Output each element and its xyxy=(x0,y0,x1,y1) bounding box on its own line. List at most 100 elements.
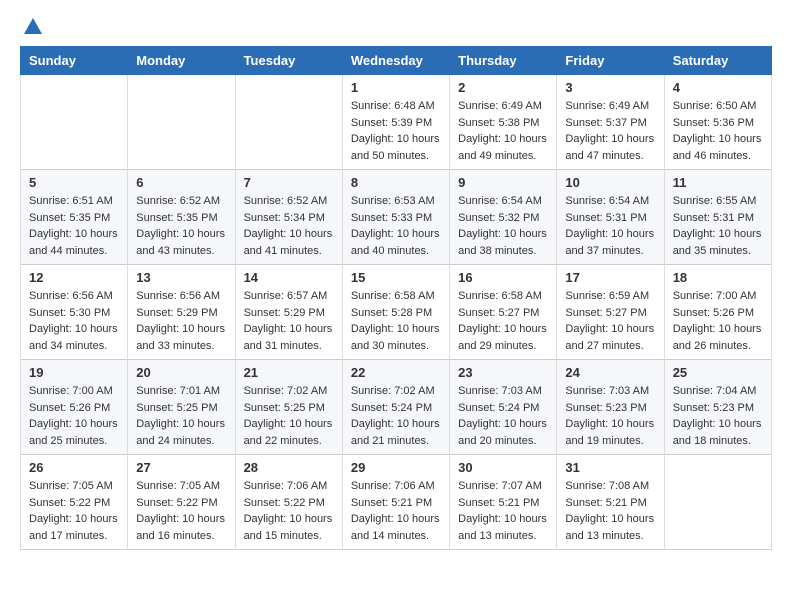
day-number: 1 xyxy=(351,80,441,95)
day-info: Sunrise: 7:00 AMSunset: 5:26 PMDaylight:… xyxy=(29,383,119,449)
calendar-empty xyxy=(664,455,771,550)
day-info: Sunrise: 6:48 AMSunset: 5:39 PMDaylight:… xyxy=(351,98,441,164)
day-info: Sunrise: 7:01 AMSunset: 5:25 PMDaylight:… xyxy=(136,383,226,449)
calendar-day-10: 10Sunrise: 6:54 AMSunset: 5:31 PMDayligh… xyxy=(557,170,664,265)
calendar-day-21: 21 Sunrise: 7:02 AMSunset: 5:25 PMDayligh… xyxy=(235,360,342,455)
day-number: 13 xyxy=(136,270,226,285)
calendar-table: SundayMondayTuesdayWednesdayThursdayFrid… xyxy=(20,46,772,550)
day-info: Sunrise: 7:02 AMSunset: 5:24 PMDaylight:… xyxy=(351,383,441,449)
day-number: 4 xyxy=(673,80,763,95)
calendar-week-1: 5 Sunrise: 6:51 AMSunset: 5:35 PMDaylight… xyxy=(21,170,772,265)
calendar-day-7: 7 Sunrise: 6:52 AMSunset: 5:34 PMDaylight… xyxy=(235,170,342,265)
day-info: Sunrise: 6:56 AMSunset: 5:29 PMDaylight:… xyxy=(136,288,226,354)
calendar-day-30: 30 Sunrise: 7:07 AMSunset: 5:21 PMDayligh… xyxy=(450,455,557,550)
day-number: 24 xyxy=(565,365,655,380)
day-number: 29 xyxy=(351,460,441,475)
calendar-day-16: 16 Sunrise: 6:58 AMSunset: 5:27 PMDayligh… xyxy=(450,265,557,360)
calendar-day-12: 12 Sunrise: 6:56 AMSunset: 5:30 PMDayligh… xyxy=(21,265,128,360)
header-wednesday: Wednesday xyxy=(342,47,449,75)
calendar-day-23: 23 Sunrise: 7:03 AMSunset: 5:24 PMDayligh… xyxy=(450,360,557,455)
day-info: Sunrise: 6:58 AMSunset: 5:28 PMDaylight:… xyxy=(351,288,441,354)
day-info: Sunrise: 7:03 AMSunset: 5:24 PMDaylight:… xyxy=(458,383,548,449)
day-info: Sunrise: 6:49 AMSunset: 5:37 PMDaylight:… xyxy=(565,98,655,164)
calendar-day-14: 14Sunrise: 6:57 AMSunset: 5:29 PMDayligh… xyxy=(235,265,342,360)
day-info: Sunrise: 6:51 AMSunset: 5:35 PMDaylight:… xyxy=(29,193,119,259)
day-info: Sunrise: 7:07 AMSunset: 5:21 PMDaylight:… xyxy=(458,478,548,544)
day-number: 21 xyxy=(244,365,334,380)
header-friday: Friday xyxy=(557,47,664,75)
day-number: 16 xyxy=(458,270,548,285)
calendar-day-5: 5 Sunrise: 6:51 AMSunset: 5:35 PMDaylight… xyxy=(21,170,128,265)
header-thursday: Thursday xyxy=(450,47,557,75)
day-info: Sunrise: 7:04 AMSunset: 5:23 PMDaylight:… xyxy=(673,383,763,449)
day-number: 22 xyxy=(351,365,441,380)
day-info: Sunrise: 7:05 AMSunset: 5:22 PMDaylight:… xyxy=(136,478,226,544)
header-sunday: Sunday xyxy=(21,47,128,75)
day-info: Sunrise: 6:55 AMSunset: 5:31 PMDaylight:… xyxy=(673,193,763,259)
day-info: Sunrise: 6:59 AMSunset: 5:27 PMDaylight:… xyxy=(565,288,655,354)
day-number: 23 xyxy=(458,365,548,380)
header-monday: Monday xyxy=(128,47,235,75)
day-number: 28 xyxy=(244,460,334,475)
calendar-day-8: 8Sunrise: 6:53 AMSunset: 5:33 PMDaylight… xyxy=(342,170,449,265)
day-number: 11 xyxy=(673,175,763,190)
day-number: 31 xyxy=(565,460,655,475)
day-number: 20 xyxy=(136,365,226,380)
day-info: Sunrise: 6:58 AMSunset: 5:27 PMDaylight:… xyxy=(458,288,548,354)
calendar-day-24: 24 Sunrise: 7:03 AMSunset: 5:23 PMDayligh… xyxy=(557,360,664,455)
calendar-day-15: 15Sunrise: 6:58 AMSunset: 5:28 PMDayligh… xyxy=(342,265,449,360)
day-number: 30 xyxy=(458,460,548,475)
day-number: 10 xyxy=(565,175,655,190)
calendar-day-22: 22 Sunrise: 7:02 AMSunset: 5:24 PMDayligh… xyxy=(342,360,449,455)
calendar-day-26: 26Sunrise: 7:05 AMSunset: 5:22 PMDayligh… xyxy=(21,455,128,550)
day-number: 7 xyxy=(244,175,334,190)
calendar-day-19: 19 Sunrise: 7:00 AMSunset: 5:26 PMDayligh… xyxy=(21,360,128,455)
logo xyxy=(20,16,44,34)
day-number: 19 xyxy=(29,365,119,380)
calendar-empty xyxy=(235,75,342,170)
day-number: 25 xyxy=(673,365,763,380)
day-number: 18 xyxy=(673,270,763,285)
day-info: Sunrise: 7:03 AMSunset: 5:23 PMDaylight:… xyxy=(565,383,655,449)
day-info: Sunrise: 6:54 AMSunset: 5:32 PMDaylight:… xyxy=(458,193,548,259)
day-info: Sunrise: 6:57 AMSunset: 5:29 PMDaylight:… xyxy=(244,288,334,354)
calendar-day-4: 4 Sunrise: 6:50 AMSunset: 5:36 PMDaylight… xyxy=(664,75,771,170)
day-number: 3 xyxy=(565,80,655,95)
day-info: Sunrise: 7:06 AMSunset: 5:22 PMDaylight:… xyxy=(244,478,334,544)
calendar-day-13: 13 Sunrise: 6:56 AMSunset: 5:29 PMDayligh… xyxy=(128,265,235,360)
calendar-header-row: SundayMondayTuesdayWednesdayThursdayFrid… xyxy=(21,47,772,75)
day-info: Sunrise: 6:52 AMSunset: 5:34 PMDaylight:… xyxy=(244,193,334,259)
calendar-empty xyxy=(128,75,235,170)
calendar-day-18: 18 Sunrise: 7:00 AMSunset: 5:26 PMDayligh… xyxy=(664,265,771,360)
day-number: 27 xyxy=(136,460,226,475)
calendar-week-0: 1 Sunrise: 6:48 AMSunset: 5:39 PMDaylight… xyxy=(21,75,772,170)
logo-icon xyxy=(22,16,44,38)
calendar-week-4: 26Sunrise: 7:05 AMSunset: 5:22 PMDayligh… xyxy=(21,455,772,550)
calendar-day-31: 31 Sunrise: 7:08 AMSunset: 5:21 PMDayligh… xyxy=(557,455,664,550)
calendar-day-6: 6Sunrise: 6:52 AMSunset: 5:35 PMDaylight… xyxy=(128,170,235,265)
day-info: Sunrise: 6:50 AMSunset: 5:36 PMDaylight:… xyxy=(673,98,763,164)
calendar-day-2: 2Sunrise: 6:49 AMSunset: 5:38 PMDaylight… xyxy=(450,75,557,170)
calendar-day-1: 1 Sunrise: 6:48 AMSunset: 5:39 PMDaylight… xyxy=(342,75,449,170)
calendar-day-29: 29 Sunrise: 7:06 AMSunset: 5:21 PMDayligh… xyxy=(342,455,449,550)
day-info: Sunrise: 6:56 AMSunset: 5:30 PMDaylight:… xyxy=(29,288,119,354)
day-info: Sunrise: 7:08 AMSunset: 5:21 PMDaylight:… xyxy=(565,478,655,544)
day-number: 5 xyxy=(29,175,119,190)
day-info: Sunrise: 7:02 AMSunset: 5:25 PMDaylight:… xyxy=(244,383,334,449)
calendar-day-9: 9Sunrise: 6:54 AMSunset: 5:32 PMDaylight… xyxy=(450,170,557,265)
calendar-day-28: 28 Sunrise: 7:06 AMSunset: 5:22 PMDayligh… xyxy=(235,455,342,550)
day-info: Sunrise: 7:00 AMSunset: 5:26 PMDaylight:… xyxy=(673,288,763,354)
calendar-week-3: 19 Sunrise: 7:00 AMSunset: 5:26 PMDayligh… xyxy=(21,360,772,455)
calendar-day-3: 3 Sunrise: 6:49 AMSunset: 5:37 PMDaylight… xyxy=(557,75,664,170)
day-number: 2 xyxy=(458,80,548,95)
day-info: Sunrise: 7:06 AMSunset: 5:21 PMDaylight:… xyxy=(351,478,441,544)
day-number: 6 xyxy=(136,175,226,190)
page-header xyxy=(20,16,772,34)
calendar-week-2: 12 Sunrise: 6:56 AMSunset: 5:30 PMDayligh… xyxy=(21,265,772,360)
calendar-day-17: 17Sunrise: 6:59 AMSunset: 5:27 PMDayligh… xyxy=(557,265,664,360)
day-number: 8 xyxy=(351,175,441,190)
day-number: 12 xyxy=(29,270,119,285)
calendar-empty xyxy=(21,75,128,170)
calendar-day-11: 11 Sunrise: 6:55 AMSunset: 5:31 PMDayligh… xyxy=(664,170,771,265)
calendar-day-27: 27 Sunrise: 7:05 AMSunset: 5:22 PMDayligh… xyxy=(128,455,235,550)
